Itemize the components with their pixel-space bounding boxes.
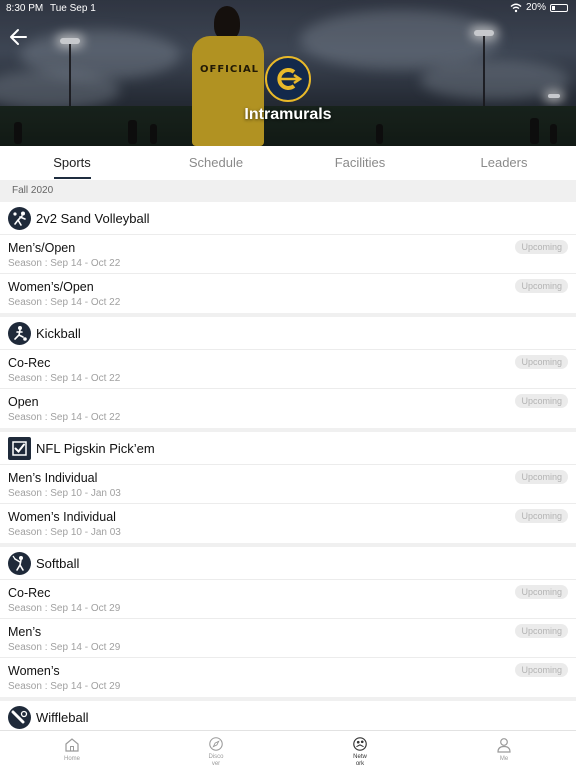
network-icon [353, 737, 367, 751]
division-season: Season : Sep 10 - Jan 03 [8, 488, 121, 499]
volleyball-player-icon [8, 206, 31, 230]
status-badge: Upcoming [515, 279, 568, 293]
checkbox-icon [8, 436, 31, 460]
sport-header[interactable]: Wiffleball [0, 701, 576, 730]
softball-batter-icon [8, 551, 31, 575]
division-row[interactable]: Open Season : Sep 14 - Oct 22 Upcoming [0, 389, 576, 428]
division-name: Women’s Individual [8, 510, 116, 524]
division-row[interactable]: Men’s Season : Sep 14 - Oct 29 Upcoming [0, 619, 576, 658]
home-icon [65, 738, 79, 752]
nav-network[interactable]: Netw ork [288, 731, 432, 768]
battery-icon [550, 3, 568, 12]
division-season: Season : Sep 14 - Oct 22 [8, 297, 121, 308]
division-name: Men’s/Open [8, 241, 76, 255]
nav-home[interactable]: Home [0, 731, 144, 768]
season-header: Fall 2020 [0, 180, 576, 202]
sport-header[interactable]: Softball [0, 547, 576, 580]
division-row[interactable]: Women’s/Open Season : Sep 14 - Oct 22 Up… [0, 274, 576, 313]
division-row[interactable]: Women’s Individual Season : Sep 10 - Jan… [0, 504, 576, 543]
sport-name: Wiffleball [36, 709, 89, 725]
division-season: Season : Sep 14 - Oct 29 [8, 642, 121, 653]
nav-label: Home [64, 756, 81, 762]
nav-label: Disco ver [208, 754, 224, 767]
division-season: Season : Sep 10 - Jan 03 [8, 527, 121, 538]
division-name: Co-Rec [8, 586, 51, 600]
blugold-logo-icon [277, 68, 303, 90]
sport-name: Softball [36, 555, 80, 571]
division-season: Season : Sep 14 - Oct 22 [8, 412, 121, 423]
battery-percent: 20% [525, 2, 546, 13]
status-badge: Upcoming [515, 624, 568, 638]
sport-header[interactable]: Kickball [0, 317, 576, 350]
status-date: Tue Sep 1 [50, 3, 96, 14]
page-title: Intramurals [244, 106, 332, 123]
status-badge: Upcoming [515, 240, 568, 254]
status-badge: Upcoming [515, 470, 568, 484]
sport-name: Kickball [36, 325, 81, 341]
compass-icon [209, 737, 223, 751]
tab-facilities[interactable]: Facilities [288, 146, 432, 180]
wifi-icon [510, 3, 522, 12]
nav-label: Netw ork [353, 754, 367, 767]
tab-bar: Sports Schedule Facilities Leaders [0, 146, 576, 180]
wiffleball-bat-icon [8, 705, 31, 729]
division-row[interactable]: Women’s Season : Sep 14 - Oct 29 Upcomin… [0, 658, 576, 697]
nav-label: Me [499, 756, 509, 762]
division-name: Men’s [8, 625, 42, 639]
status-bar: 8:30 PM Tue Sep 1 20% [0, 0, 576, 16]
division-season: Season : Sep 14 - Oct 22 [8, 373, 121, 384]
division-name: Men’s Individual [8, 471, 98, 485]
status-badge: Upcoming [515, 509, 568, 523]
sport-name: 2v2 Sand Volleyball [36, 210, 150, 226]
logo [265, 56, 311, 102]
sport-name: NFL Pigskin Pick’em [36, 440, 155, 456]
division-name: Co-Rec [8, 356, 51, 370]
division-row[interactable]: Men’s/Open Season : Sep 14 - Oct 22 Upco… [0, 235, 576, 274]
division-row[interactable]: Co-Rec Season : Sep 14 - Oct 29 Upcoming [0, 580, 576, 619]
person-icon [497, 738, 511, 753]
sports-list[interactable]: Fall 2020 2v2 Sand Volleyball Men’s/Open… [0, 180, 576, 730]
tab-leaders[interactable]: Leaders [432, 146, 576, 180]
status-badge: Upcoming [515, 585, 568, 599]
division-name: Women’s/Open [8, 280, 94, 294]
status-time: 8:30 PM [6, 3, 44, 14]
division-row[interactable]: Co-Rec Season : Sep 14 - Oct 22 Upcoming [0, 350, 576, 389]
division-name: Women’s [8, 664, 60, 678]
tab-schedule[interactable]: Schedule [144, 146, 288, 180]
division-season: Season : Sep 14 - Oct 22 [8, 258, 121, 269]
status-badge: Upcoming [515, 355, 568, 369]
nav-me[interactable]: Me [432, 731, 576, 768]
bottom-nav: Home Disco ver Netw ork Me [0, 730, 576, 768]
division-row[interactable]: Men’s Individual Season : Sep 10 - Jan 0… [0, 465, 576, 504]
status-badge: Upcoming [515, 663, 568, 677]
status-badge: Upcoming [515, 394, 568, 408]
back-button[interactable] [8, 26, 30, 48]
kickball-player-icon [8, 321, 31, 345]
division-name: Open [8, 395, 39, 409]
sport-header[interactable]: NFL Pigskin Pick’em [0, 432, 576, 465]
tab-sports[interactable]: Sports [0, 146, 144, 180]
division-season: Season : Sep 14 - Oct 29 [8, 681, 121, 692]
arrow-left-icon [10, 29, 27, 45]
division-season: Season : Sep 14 - Oct 29 [8, 603, 121, 614]
nav-discover[interactable]: Disco ver [144, 731, 288, 768]
sport-header[interactable]: 2v2 Sand Volleyball [0, 202, 576, 235]
